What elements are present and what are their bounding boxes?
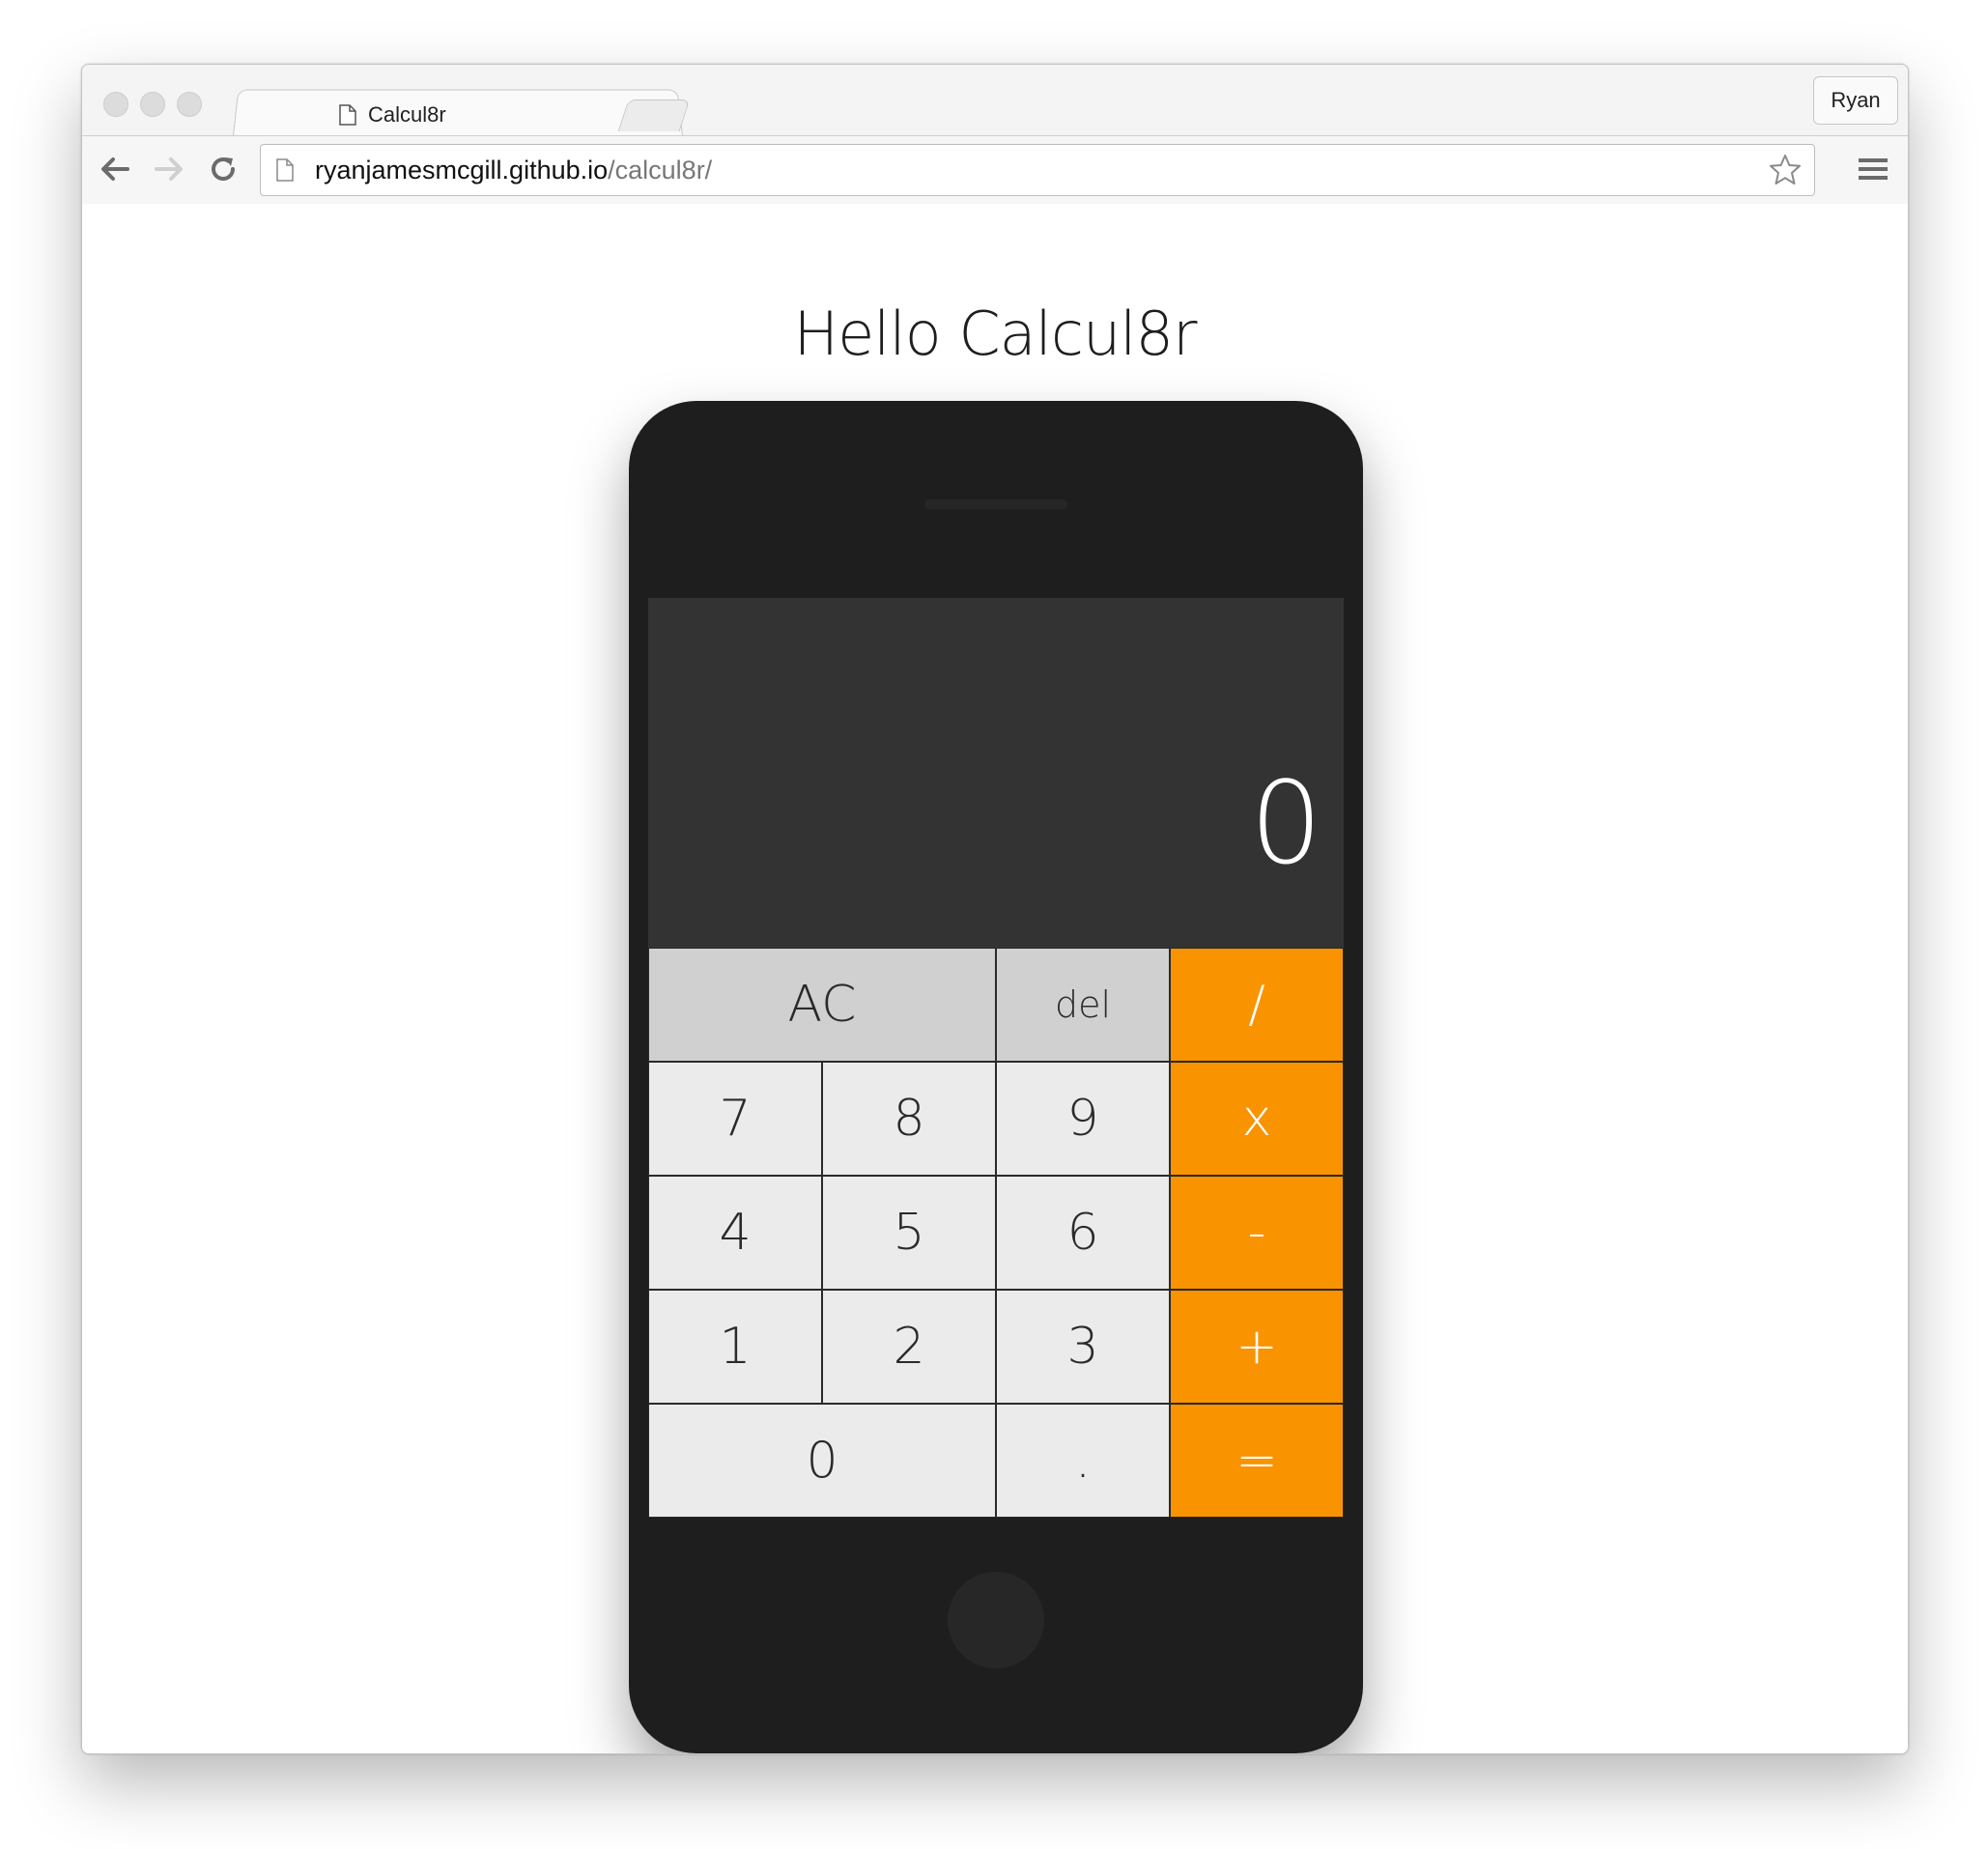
maximize-window-button[interactable] xyxy=(177,92,202,117)
digit-3-button[interactable]: 3 xyxy=(996,1290,1170,1404)
minimize-window-button[interactable] xyxy=(140,92,165,117)
page-title: Hello Calcul8r xyxy=(793,299,1198,369)
back-button[interactable] xyxy=(96,150,134,188)
tab-title: Calcul8r xyxy=(368,102,446,127)
digit-8-button[interactable]: 8 xyxy=(822,1062,996,1176)
url-host: ryanjamesmcgill.github.io xyxy=(315,155,609,185)
star-icon[interactable] xyxy=(1768,153,1803,187)
browser-window: Calcul8r × Ryan xyxy=(81,64,1909,1754)
reload-button[interactable] xyxy=(204,150,242,188)
subtract-button[interactable]: - xyxy=(1170,1176,1344,1290)
calculator-display: 0 xyxy=(648,598,1344,948)
phone-speaker xyxy=(924,499,1067,509)
delete-button[interactable]: del xyxy=(996,948,1170,1062)
profile-button[interactable]: Ryan xyxy=(1813,76,1898,125)
page-icon xyxy=(276,158,294,182)
calculator: 0 AC del / 7 8 9 x 4 5 6 - 1 2 3 + 0 . = xyxy=(648,598,1344,1518)
chrome-menu-button[interactable] xyxy=(1854,150,1892,188)
arrow-right-icon xyxy=(155,157,183,181)
reload-icon xyxy=(212,157,235,181)
phone-frame: 0 AC del / 7 8 9 x 4 5 6 - 1 2 3 + 0 . = xyxy=(629,401,1363,1753)
digit-5-button[interactable]: 5 xyxy=(822,1176,996,1290)
digit-9-button[interactable]: 9 xyxy=(996,1062,1170,1176)
digit-2-button[interactable]: 2 xyxy=(822,1290,996,1404)
add-button[interactable]: + xyxy=(1170,1290,1344,1404)
page-content: Hello Calcul8r 0 AC del / 7 8 9 x 4 5 6 xyxy=(82,204,1908,1753)
address-bar[interactable]: ryanjamesmcgill.github.io/calcul8r/ xyxy=(260,144,1815,196)
multiply-button[interactable]: x xyxy=(1170,1062,1344,1176)
digit-7-button[interactable]: 7 xyxy=(648,1062,822,1176)
digit-1-button[interactable]: 1 xyxy=(648,1290,822,1404)
hamburger-menu-icon xyxy=(1859,158,1888,180)
toolbar: ryanjamesmcgill.github.io/calcul8r/ xyxy=(82,135,1908,205)
digit-0-button[interactable]: 0 xyxy=(648,1404,996,1518)
clear-button[interactable]: AC xyxy=(648,948,996,1062)
digit-4-button[interactable]: 4 xyxy=(648,1176,822,1290)
forward-button[interactable] xyxy=(150,150,188,188)
url-path: /calcul8r/ xyxy=(608,155,713,185)
divide-button[interactable]: / xyxy=(1170,948,1344,1062)
equals-button[interactable]: = xyxy=(1170,1404,1344,1518)
home-button[interactable] xyxy=(948,1572,1044,1668)
page-icon xyxy=(339,104,356,126)
digit-6-button[interactable]: 6 xyxy=(996,1176,1170,1290)
keypad: AC del / 7 8 9 x 4 5 6 - 1 2 3 + 0 . = xyxy=(648,948,1344,1518)
display-value: 0 xyxy=(1249,756,1322,890)
title-bar: Calcul8r × Ryan xyxy=(82,65,1908,136)
decimal-button[interactable]: . xyxy=(996,1404,1170,1518)
new-tab-button[interactable] xyxy=(617,100,691,131)
arrow-left-icon xyxy=(101,157,129,181)
close-window-button[interactable] xyxy=(103,92,128,117)
